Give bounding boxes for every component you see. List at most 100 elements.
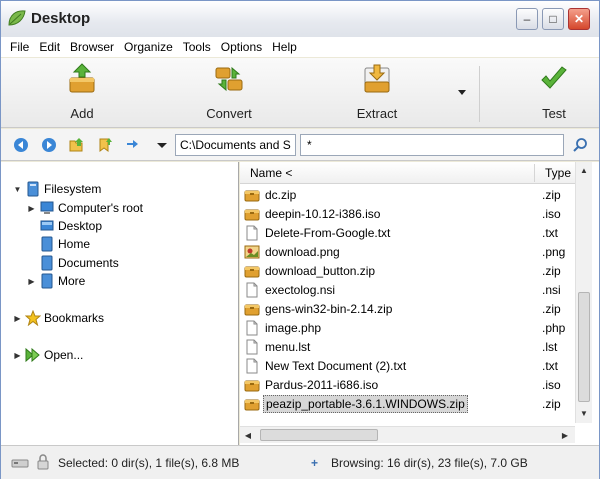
title-bar: Desktop – □ ✕ bbox=[1, 1, 599, 37]
file-row[interactable]: download_button.zip .zip bbox=[244, 261, 574, 280]
extract-button[interactable]: Extract bbox=[332, 62, 422, 121]
lock-icon bbox=[37, 454, 49, 470]
tree-label-open: Open... bbox=[44, 348, 84, 362]
menu-options[interactable]: Options bbox=[216, 40, 267, 54]
column-name[interactable]: Name < bbox=[250, 166, 292, 180]
menu-tools[interactable]: Tools bbox=[178, 40, 216, 54]
back-arrow-icon[interactable] bbox=[13, 137, 29, 153]
scroll-right-icon[interactable]: ▶ bbox=[557, 427, 573, 443]
expand-arrow-icon[interactable]: ▶ bbox=[13, 351, 22, 360]
add-label: Add bbox=[70, 106, 94, 121]
menu-organize[interactable]: Organize bbox=[119, 40, 178, 54]
add-button[interactable]: Add bbox=[37, 62, 127, 121]
file-row[interactable]: Pardus-2011-i686.iso .iso bbox=[244, 375, 574, 394]
convert-button[interactable]: Convert bbox=[184, 62, 274, 121]
file-row[interactable]: exectolog.nsi .nsi bbox=[244, 280, 574, 299]
file-row[interactable]: dc.zip .zip bbox=[244, 185, 574, 204]
desktop-icon bbox=[40, 220, 54, 231]
drive-icon bbox=[11, 459, 29, 468]
file-type: .iso bbox=[542, 206, 561, 221]
collapse-arrow-icon[interactable]: ▼ bbox=[13, 185, 22, 194]
vertical-scrollbar[interactable]: ▲ ▼ bbox=[575, 162, 592, 423]
refresh-arrows-icon[interactable] bbox=[125, 137, 141, 153]
folder-up-icon[interactable] bbox=[69, 137, 85, 153]
search-icon[interactable] bbox=[572, 137, 588, 153]
column-divider[interactable] bbox=[534, 164, 535, 182]
add-archive-icon bbox=[69, 63, 95, 93]
tree-label-filesystem: Filesystem bbox=[44, 182, 102, 196]
open-arrows-icon bbox=[25, 347, 40, 363]
convert-icon bbox=[215, 66, 243, 92]
file-type: .lst bbox=[542, 339, 558, 354]
column-type[interactable]: Type bbox=[545, 166, 571, 180]
file-row[interactable]: download.png .png bbox=[244, 242, 574, 261]
image-icon bbox=[244, 244, 260, 260]
file-row[interactable]: Delete-From-Google.txt .txt bbox=[244, 223, 574, 242]
convert-label: Convert bbox=[206, 106, 252, 121]
status-browsing: Browsing: 16 dir(s), 23 file(s), 7.0 GB bbox=[331, 456, 528, 470]
tree-item-desktop[interactable]: Desktop bbox=[39, 217, 102, 235]
forward-arrow-icon[interactable] bbox=[41, 137, 57, 153]
file-type: .txt bbox=[542, 225, 559, 240]
file-row[interactable]: menu.lst .lst bbox=[244, 337, 574, 356]
address-path-input[interactable]: C:\Documents and S bbox=[175, 134, 296, 156]
peazip-leaf-icon bbox=[8, 10, 26, 26]
close-button[interactable]: ✕ bbox=[568, 8, 590, 30]
file-type: .zip bbox=[542, 301, 561, 316]
file-name: download_button.zip bbox=[265, 263, 376, 278]
horizontal-scroll-thumb[interactable] bbox=[260, 429, 378, 441]
file-row[interactable]: New Text Document (2).txt .txt bbox=[244, 356, 574, 375]
file-name: image.php bbox=[265, 320, 322, 335]
history-dropdown-icon[interactable] bbox=[154, 137, 170, 153]
bookmark-add-icon[interactable] bbox=[97, 137, 113, 153]
menu-help[interactable]: Help bbox=[267, 40, 302, 54]
tree-item-filesystem[interactable]: ▼ Filesystem bbox=[13, 180, 101, 198]
file-type: .zip bbox=[542, 187, 561, 202]
filter-input[interactable]: * bbox=[300, 134, 564, 156]
file-type: .nsi bbox=[542, 282, 561, 297]
menu-edit[interactable]: Edit bbox=[34, 40, 65, 54]
menu-browser[interactable]: Browser bbox=[65, 40, 119, 54]
expand-arrow-icon[interactable]: ▶ bbox=[27, 277, 36, 286]
document-icon bbox=[244, 358, 260, 374]
file-name: New Text Document (2).txt bbox=[265, 358, 407, 373]
expand-arrow-icon[interactable]: ▶ bbox=[13, 314, 22, 323]
file-name: peazip_portable-3.6.1.WINDOWS.zip bbox=[263, 394, 468, 413]
file-row[interactable]: image.php .php bbox=[244, 318, 574, 337]
navigation-tree: ▼ Filesystem ▶ Computer's root Desktop H… bbox=[1, 162, 239, 445]
tree-item-bookmarks[interactable]: ▶ Bookmarks bbox=[13, 309, 104, 327]
scroll-down-icon[interactable]: ▼ bbox=[576, 405, 592, 421]
extract-icon bbox=[364, 64, 390, 93]
tree-label-desktop: Desktop bbox=[58, 219, 103, 233]
status-selected: Selected: 0 dir(s), 1 file(s), 6.8 MB bbox=[58, 456, 240, 470]
close-icon: ✕ bbox=[573, 12, 585, 26]
documents-folder-icon bbox=[41, 255, 53, 271]
menu-bar: File Edit Browser Organize Tools Options… bbox=[1, 37, 599, 57]
maximize-button[interactable]: □ bbox=[542, 8, 564, 30]
scroll-left-icon[interactable]: ◀ bbox=[240, 427, 256, 443]
file-row[interactable]: peazip_portable-3.6.1.WINDOWS.zip .zip bbox=[244, 394, 574, 413]
file-row[interactable]: deepin-10.12-i386.iso .iso bbox=[244, 204, 574, 223]
horizontal-scrollbar[interactable]: ◀ ▶ bbox=[240, 426, 575, 443]
tree-item-more[interactable]: ▶ More bbox=[27, 272, 85, 290]
file-name: menu.lst bbox=[265, 339, 311, 354]
file-name: Delete-From-Google.txt bbox=[265, 225, 391, 240]
file-type: .zip bbox=[542, 263, 561, 278]
test-button[interactable]: Test bbox=[509, 62, 599, 121]
menu-file[interactable]: File bbox=[5, 40, 34, 54]
document-icon bbox=[244, 282, 260, 298]
file-row[interactable]: gens-win32-bin-2.14.zip .zip bbox=[244, 299, 574, 318]
file-name: exectolog.nsi bbox=[265, 282, 336, 297]
tree-item-home[interactable]: Home bbox=[39, 235, 90, 253]
extract-dropdown-arrow-icon[interactable] bbox=[457, 87, 467, 97]
plus-icon[interactable]: + bbox=[311, 456, 318, 470]
tree-item-open[interactable]: ▶ Open... bbox=[13, 346, 83, 364]
expand-arrow-icon[interactable]: ▶ bbox=[27, 204, 36, 213]
tree-item-documents[interactable]: Documents bbox=[39, 254, 119, 272]
archive-icon bbox=[244, 377, 260, 393]
minimize-button[interactable]: – bbox=[516, 8, 538, 30]
tree-item-computers-root[interactable]: ▶ Computer's root bbox=[27, 199, 143, 217]
vertical-scroll-thumb[interactable] bbox=[578, 292, 590, 402]
checkmark-icon bbox=[541, 66, 567, 89]
scroll-up-icon[interactable]: ▲ bbox=[576, 162, 592, 178]
